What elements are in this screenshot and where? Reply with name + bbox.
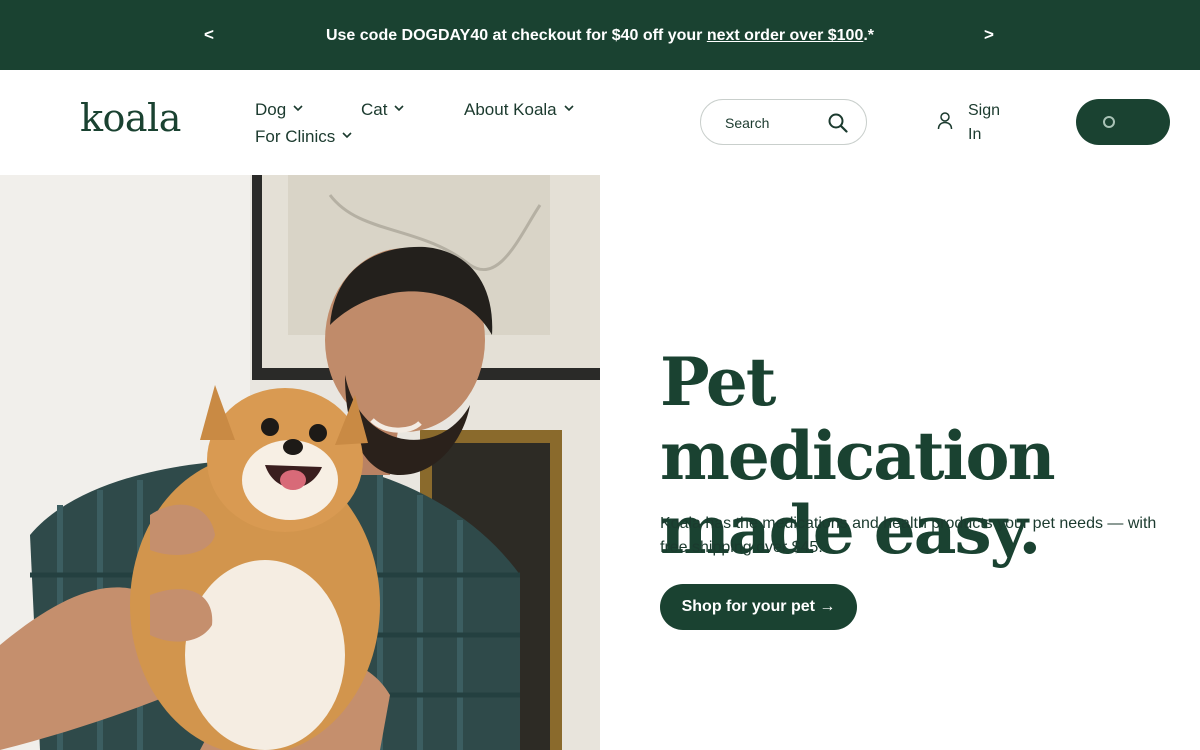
koala-logo[interactable]: koala [80,96,181,140]
user-icon [937,112,953,130]
hero-image-man-holding-dog [0,175,600,750]
hero-title-line1: Pet medication [660,343,1056,495]
promo-link[interactable]: next order over $100 [707,27,864,44]
promo-next-button[interactable]: > [984,24,994,46]
search-box[interactable] [700,99,867,145]
loading-spinner-icon [1103,116,1115,128]
hero-photo [0,175,600,750]
chevron-down-icon [564,105,574,112]
nav-item-about[interactable]: About Koala [464,99,575,121]
promo-text-before: Use code DOGDAY40 at checkout for $40 of… [325,27,707,44]
promo-text-after: .* [863,27,875,44]
chevron-down-icon [293,105,303,112]
promo-message: Use code DOGDAY40 at checkout for $40 of… [0,25,1200,47]
promo-banner: < Use code DOGDAY40 at checkout for $40 … [0,0,1200,70]
nav-about-label: About Koala [464,100,557,119]
shop-for-your-pet-button[interactable]: Shop for your pet → [660,584,857,630]
nav-dog-label: Dog [255,100,287,119]
chevron-down-icon [394,105,405,112]
search-icon[interactable] [827,112,849,134]
nav-item-dog[interactable]: Dog [255,99,304,121]
site-header: koala Dog Cat About Koala For Clinics Si… [0,70,1200,175]
hero-description: Koala has the medications and health pro… [660,515,1157,556]
nav-item-clinics[interactable]: For Clinics [255,126,353,148]
search-input[interactable] [725,113,820,133]
nav-item-cat[interactable]: Cat [361,99,405,121]
sign-in-label: Sign In [968,102,1001,143]
nav-clinics-label: For Clinics [255,127,336,146]
cart-button[interactable] [1076,99,1170,145]
nav-cat-label: Cat [361,100,388,119]
chevron-down-icon [342,132,352,139]
